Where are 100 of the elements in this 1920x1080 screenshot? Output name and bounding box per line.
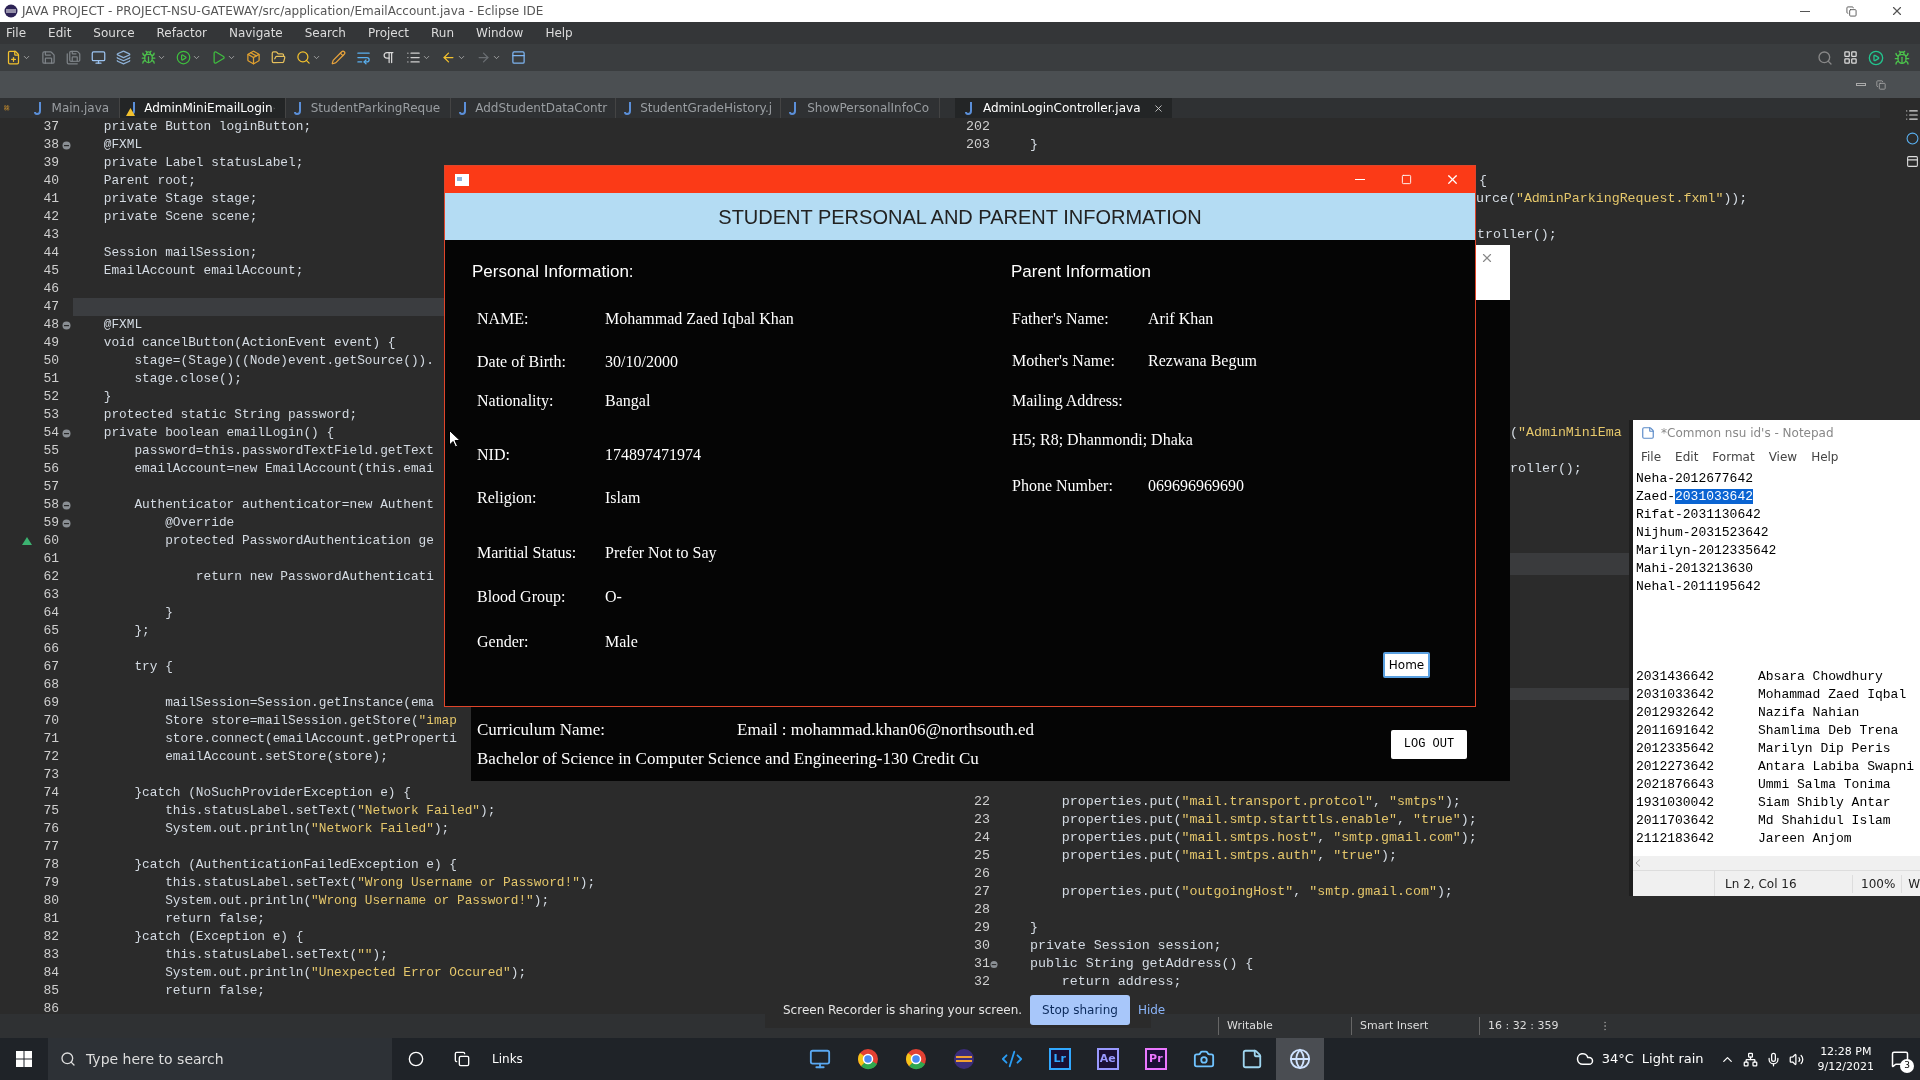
editor-tab[interactable]: AddStudentDataContr (451, 98, 617, 118)
clock-button[interactable]: 12:28 PM 9/12/2021 (1811, 1044, 1880, 1074)
search-icon[interactable] (296, 50, 311, 65)
id-text: 2012932642 (1636, 704, 1715, 722)
caret-icon[interactable] (422, 53, 431, 62)
grid-icon[interactable] (1843, 50, 1858, 65)
network-icon[interactable] (1742, 1051, 1758, 1067)
wrap-icon[interactable] (356, 50, 371, 65)
list-icon[interactable] (406, 50, 421, 65)
microphone-icon[interactable] (1765, 1051, 1781, 1067)
circle-icon[interactable] (1905, 132, 1919, 145)
editor-tab[interactable]: AdminLoginController.java (955, 98, 1172, 118)
code-line: @Override (164, 515, 235, 530)
notification-icon[interactable] (1891, 1050, 1909, 1068)
caret-icon[interactable] (312, 53, 321, 62)
run-icon[interactable] (211, 50, 226, 65)
menu-item[interactable]: File (6, 24, 27, 42)
menu-item[interactable]: Project (367, 24, 410, 42)
bug-icon[interactable] (1894, 49, 1910, 66)
code-line: Authenticator authenticator=new Authent (133, 497, 434, 512)
taskbar-app-button[interactable] (1275, 1038, 1324, 1080)
perspective-icon[interactable] (1868, 49, 1884, 66)
toolbar-label[interactable]: Links (492, 1050, 523, 1068)
line-number: 56 (42, 460, 59, 479)
outline-icon[interactable] (4, 102, 10, 114)
menu-item[interactable]: Edit (48, 24, 72, 42)
taskbar-app-button[interactable]: Lr (1035, 1038, 1084, 1080)
editor-tab[interactable]: StudentGradeHistory.j (616, 98, 782, 118)
caret-icon[interactable] (157, 53, 166, 62)
logout-button[interactable]: LOG OUT (1391, 729, 1467, 759)
field-value: Bangal (605, 391, 651, 412)
search-icon[interactable] (1817, 49, 1833, 66)
code-line: @FXML (102, 137, 143, 152)
menu-item[interactable]: Refactor (156, 24, 207, 42)
horizontal-scrollbar[interactable] (1633, 856, 1920, 870)
minimize-view-icon[interactable] (1856, 83, 1866, 86)
line-number: 39 (42, 154, 59, 173)
menu-item[interactable]: Source (93, 24, 135, 42)
restore-view-icon[interactable] (1876, 79, 1886, 90)
app-tile-icon: Lr (1048, 1048, 1071, 1070)
code-line: return address; (1060, 973, 1182, 991)
volume-icon[interactable] (1788, 1051, 1804, 1067)
code-line: private Session session; (1028, 937, 1222, 955)
taskbar-app-button[interactable]: Pr (1131, 1038, 1180, 1080)
caret-icon[interactable] (22, 53, 31, 62)
save-icon[interactable] (41, 50, 56, 65)
note-icon (1240, 1048, 1263, 1070)
close-icon[interactable] (1152, 102, 1164, 114)
bug-icon[interactable] (141, 50, 156, 65)
search-field[interactable]: Type here to search (48, 1038, 392, 1080)
menu-item[interactable]: Help (1811, 448, 1839, 466)
home-button[interactable]: Home (1383, 652, 1430, 678)
menu-item[interactable]: View (1768, 448, 1798, 466)
code-line: try { (133, 659, 173, 674)
caret-icon[interactable] (492, 53, 501, 62)
stop-sharing-button[interactable]: Stop sharing (1030, 995, 1130, 1025)
pilcrow-icon[interactable] (381, 50, 396, 65)
new-file-icon[interactable] (6, 50, 21, 65)
text-line: Mahi-2013213630 (1636, 561, 1754, 576)
menu-item[interactable]: Edit (1675, 448, 1699, 466)
list-icon[interactable] (1905, 108, 1919, 122)
caret-icon[interactable] (457, 53, 466, 62)
line-number: 83 (42, 946, 59, 965)
editor-tab[interactable]: StudentParkingReque (286, 98, 452, 118)
menu-item[interactable]: Navigate (228, 24, 283, 42)
code-line: return false; (164, 911, 265, 926)
line-number: 52 (42, 388, 59, 407)
menu-item[interactable]: Search (304, 24, 346, 42)
line-number: 28 (973, 901, 990, 919)
line-number: 58 (42, 496, 59, 515)
layers-icon[interactable] (116, 50, 131, 65)
editor-tab[interactable]: AdminMiniEmailLogin (120, 98, 287, 118)
caret-icon[interactable] (192, 53, 201, 62)
play-icon[interactable] (176, 50, 191, 65)
window-title: JAVA PROJECT - PROJECT-NSU-GATEWAY/src/application/EmailAccount.java - Eclipse IDE (22, 3, 544, 20)
monitor-icon[interactable] (91, 50, 106, 65)
hide-link[interactable]: Hide (1137, 1001, 1166, 1019)
menu-item[interactable]: Help (545, 24, 573, 42)
menu-item[interactable]: Run (431, 24, 455, 42)
name-text: Ummi Salma Tonima (1758, 776, 1891, 794)
text-line: Neha-2012677642 (1636, 471, 1754, 486)
caret-icon[interactable] (227, 53, 236, 62)
panel-icon[interactable] (511, 50, 526, 65)
code-line: Store store=mailSession.getStore("imap (164, 713, 457, 728)
panel-icon[interactable] (1905, 155, 1919, 168)
package-icon[interactable] (246, 50, 261, 65)
striped-circle-icon (952, 1048, 975, 1070)
taskbar-app-button[interactable]: Ae (1083, 1038, 1132, 1080)
code-line: return new PasswordAuthenticati (194, 569, 434, 584)
menu-item[interactable]: Format (1712, 448, 1755, 466)
code-line: properties.put("mail.smtp.starttls.enable", "true"); (1060, 811, 1477, 829)
status-text: 100% (1852, 874, 1902, 893)
line-number: 50 (42, 352, 59, 371)
pencil-icon[interactable] (331, 50, 346, 65)
save-all-icon[interactable] (66, 50, 81, 65)
menu-item[interactable]: File (1641, 448, 1662, 466)
folder-icon[interactable] (271, 50, 286, 65)
line-number: 40 (42, 172, 59, 191)
code-line: ("AdminMiniEma (1510, 425, 1622, 440)
menu-item[interactable]: Window (476, 24, 524, 42)
